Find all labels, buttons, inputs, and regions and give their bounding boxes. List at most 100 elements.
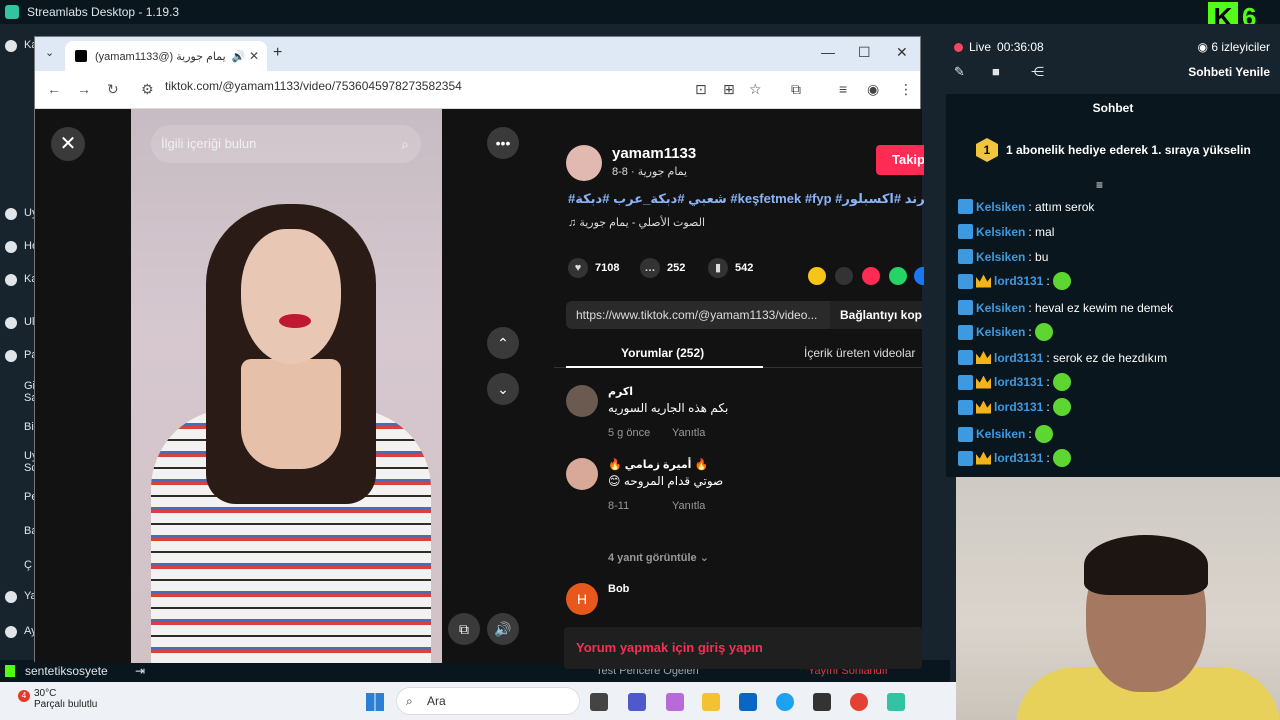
task-view-icon[interactable] xyxy=(590,693,608,711)
reload-icon[interactable]: ↻ xyxy=(107,81,119,98)
nav-label[interactable]: Ç xyxy=(24,559,32,571)
next-video-icon[interactable]: ⌄ xyxy=(487,373,519,405)
comment-icon[interactable]: … xyxy=(640,258,660,278)
edit-icon[interactable]: ✎ xyxy=(954,64,965,80)
volume-icon[interactable]: 🔊 xyxy=(487,613,519,645)
pip-icon[interactable]: ⧉ xyxy=(448,613,480,645)
chat-user[interactable]: lord3131 xyxy=(994,351,1043,365)
forward-icon[interactable]: → xyxy=(77,81,91,97)
tab-search-icon[interactable]: ⌄ xyxy=(45,46,54,59)
copilot-icon[interactable] xyxy=(666,693,684,711)
camera-icon[interactable]: ■ xyxy=(992,64,1000,79)
tab-creator-videos[interactable]: İçerik üreten videolar xyxy=(804,346,915,360)
back-icon[interactable]: ← xyxy=(47,81,61,97)
like-stat[interactable]: ♥ 7108 xyxy=(568,258,619,278)
embed-icon[interactable] xyxy=(835,267,853,285)
whatsapp-icon[interactable] xyxy=(889,267,907,285)
chrome-icon[interactable] xyxy=(850,693,868,711)
nav-icon[interactable] xyxy=(5,274,17,286)
chat-user[interactable]: lord3131 xyxy=(994,400,1043,414)
reply-button[interactable]: Yanıtla xyxy=(672,500,705,512)
install-icon[interactable]: ⊡ xyxy=(695,81,707,98)
browser-tab[interactable]: (yamam1133@) يمام جورية 🔊 ✕ xyxy=(65,41,267,71)
commenter-avatar[interactable]: H xyxy=(566,583,598,615)
chat-user[interactable]: Kelsiken xyxy=(976,427,1025,441)
chat-user[interactable]: Kelsiken xyxy=(976,250,1025,264)
media-icon[interactable]: ≡ xyxy=(839,81,847,97)
gift-banner[interactable]: 1 1 abonelik hediye ederek 1. sıraya yük… xyxy=(976,138,1251,162)
speaker-icon[interactable]: 🔊 xyxy=(232,50,246,63)
weather-widget[interactable]: 4 30°C Parçalı bulutlu xyxy=(8,688,97,710)
chat-user[interactable]: Kelsiken xyxy=(976,225,1025,239)
send-icon[interactable] xyxy=(862,267,880,285)
commenter-avatar[interactable] xyxy=(566,458,598,490)
hashtags[interactable]: #شعبي #دبكة_عرب #دبكة #keşfetmek #fyp #ت… xyxy=(568,191,930,207)
extensions-icon[interactable]: ⧉ xyxy=(791,81,801,98)
streamlabs-icon[interactable] xyxy=(887,693,905,711)
creator-avatar[interactable] xyxy=(566,145,602,181)
nav-icon[interactable] xyxy=(5,350,17,362)
chat-title: Sohbet xyxy=(1092,101,1134,115)
chat-user[interactable]: Kelsiken xyxy=(976,325,1025,339)
commenter-avatar[interactable] xyxy=(566,385,598,417)
login-to-comment[interactable]: Yorum yapmak için giriş yapın xyxy=(564,627,922,669)
creator-username[interactable]: yamam1133 xyxy=(612,145,696,162)
chat-user[interactable]: Kelsiken xyxy=(976,301,1025,315)
file-explorer-icon[interactable] xyxy=(702,693,720,711)
maximize-icon[interactable]: ☐ xyxy=(858,44,871,61)
translate-icon[interactable]: ⊞ xyxy=(723,81,735,98)
repost-icon[interactable] xyxy=(808,267,826,285)
menu-icon[interactable]: ⋮ xyxy=(899,81,913,98)
comment-stat[interactable]: … 252 xyxy=(640,258,685,278)
store-icon[interactable] xyxy=(739,693,757,711)
nav-icon[interactable] xyxy=(5,241,17,253)
chat-user[interactable]: Kelsiken xyxy=(976,200,1025,214)
chat-user[interactable]: lord3131 xyxy=(994,274,1043,288)
view-replies-button[interactable]: 4 yanıt görüntüle ⌄ xyxy=(608,551,709,564)
commenter-name[interactable]: 🔥 أميرة زمامي 🔥 xyxy=(608,458,708,471)
share-icon[interactable]: ⋲ xyxy=(1031,64,1044,80)
more-options-icon[interactable]: ••• xyxy=(487,127,519,159)
close-window-icon[interactable]: ✕ xyxy=(896,44,908,61)
search-icon[interactable]: ⌕ xyxy=(401,125,409,163)
commenter-name[interactable]: اكرم xyxy=(608,385,633,398)
chat-user[interactable]: lord3131 xyxy=(994,375,1043,389)
nav-icon[interactable] xyxy=(5,208,17,220)
minimize-icon[interactable]: — xyxy=(821,44,835,60)
heart-icon[interactable]: ♥ xyxy=(568,258,588,278)
refresh-chat-button[interactable]: Sohbeti Yenile xyxy=(1188,65,1270,79)
sound-info[interactable]: ♫ الصوت الأصلي - يمام جورية xyxy=(568,216,705,229)
related-search-input[interactable]: İlgili içeriği bulun ⌕ xyxy=(151,125,421,163)
chat-message: lord3131: xyxy=(958,449,1071,467)
url-field[interactable]: tiktok.com/@yamam1133/video/753604597827… xyxy=(165,79,462,93)
nav-label[interactable]: Ul xyxy=(24,316,34,328)
close-tab-icon[interactable]: ✕ xyxy=(249,49,259,63)
settings-icon[interactable] xyxy=(5,626,17,638)
tab-comments[interactable]: Yorumlar (252) xyxy=(621,346,704,360)
app-icon[interactable] xyxy=(813,693,831,711)
close-video-icon[interactable]: ✕ xyxy=(51,127,85,161)
chat-user[interactable]: lord3131 xyxy=(994,451,1043,465)
profile-icon[interactable]: ◉ xyxy=(867,81,879,98)
logout-icon[interactable]: ⇥ xyxy=(135,664,145,678)
windows-start-icon[interactable] xyxy=(366,693,384,711)
nav-icon[interactable] xyxy=(5,40,17,52)
video-link-field[interactable]: https://www.tiktok.com/@yamam1133/video.… xyxy=(566,301,830,329)
video-player[interactable] xyxy=(131,109,442,663)
nav-icon[interactable] xyxy=(5,317,17,329)
teams-icon[interactable] xyxy=(628,693,646,711)
bookmark-icon[interactable]: ▮ xyxy=(708,258,728,278)
chat-filter-icon[interactable]: ≡ xyxy=(1096,178,1103,192)
previous-video-icon[interactable]: ⌃ xyxy=(487,327,519,359)
nav-icon[interactable] xyxy=(5,591,17,603)
site-info-icon[interactable]: ⚙ xyxy=(141,81,154,98)
copy-link-button[interactable]: Bağlantıyı kopyala xyxy=(830,301,922,329)
commenter-name[interactable]: Bob xyxy=(608,583,629,595)
new-tab-icon[interactable]: + xyxy=(273,44,282,62)
reply-button[interactable]: Yanıtla xyxy=(672,427,705,439)
edge-icon[interactable] xyxy=(776,693,794,711)
save-stat[interactable]: ▮ 542 xyxy=(708,258,753,278)
star-icon[interactable]: ☆ xyxy=(749,81,762,98)
taskbar-search[interactable]: ⌕ Ara xyxy=(396,687,580,715)
nav-label[interactable]: Bi xyxy=(24,421,34,433)
